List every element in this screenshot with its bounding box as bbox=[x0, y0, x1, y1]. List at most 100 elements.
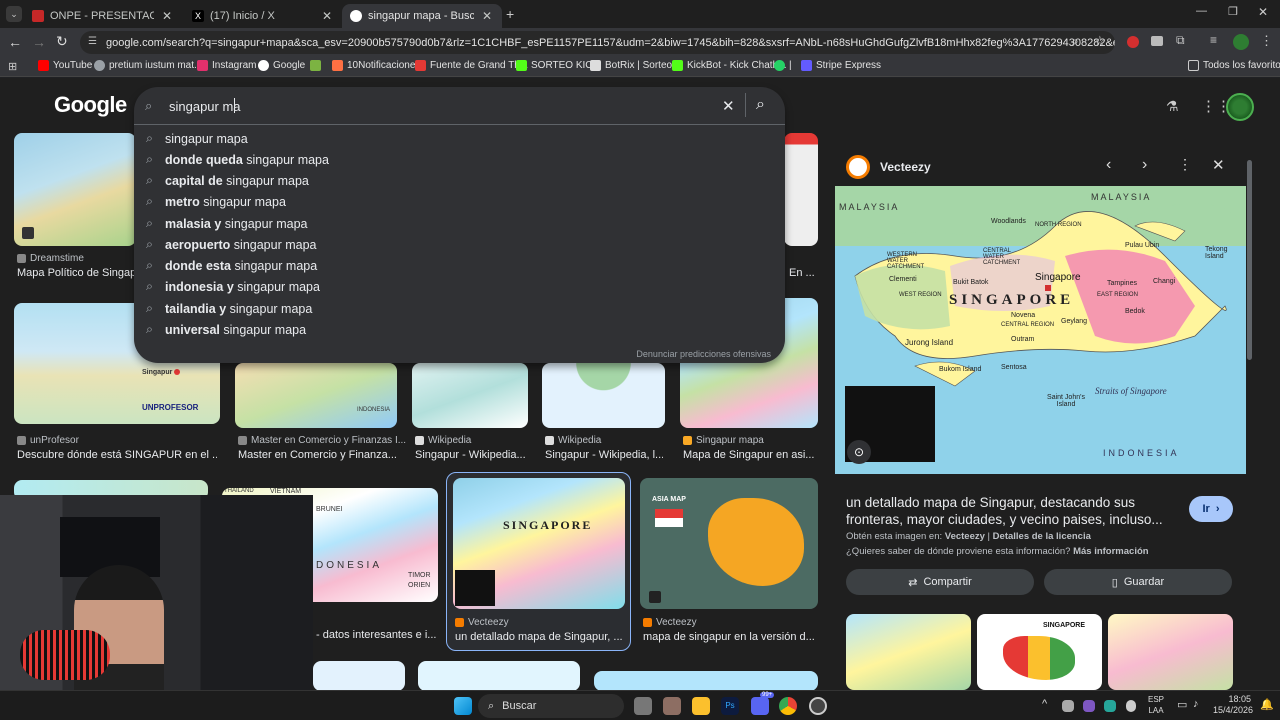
tray-icon[interactable] bbox=[1083, 700, 1095, 712]
search-submit-icon[interactable]: ⌕ bbox=[756, 96, 765, 114]
result-title[interactable]: Singapur - Wikipedia, l... bbox=[545, 449, 663, 461]
bookmark-whatsapp[interactable]: | bbox=[774, 60, 792, 71]
notifications-icon[interactable]: 🔔 bbox=[1260, 698, 1274, 711]
extensions-puzzle-icon[interactable]: ⧉ bbox=[1176, 33, 1185, 48]
menu-icon[interactable]: ⋮ bbox=[1260, 33, 1273, 49]
result-image-2[interactable] bbox=[784, 133, 818, 246]
suggestion-item[interactable]: ⌕ aeropuerto singapur mapa bbox=[146, 234, 316, 255]
report-predictions-link[interactable]: Denunciar predicciones ofensivas bbox=[636, 349, 771, 359]
suggestion-item[interactable]: ⌕ universal singapur mapa bbox=[146, 319, 306, 340]
labs-icon[interactable]: ⚗ bbox=[1166, 98, 1179, 115]
obs-icon[interactable] bbox=[809, 697, 827, 715]
clear-icon[interactable]: ✕ bbox=[722, 97, 735, 115]
obtain-source-link[interactable]: Vecteezy bbox=[945, 531, 985, 542]
tab-onpe[interactable]: ONPE - PRESENTACIÓN DE RES ✕ bbox=[24, 4, 182, 28]
save-button[interactable]: ▯ Guardar bbox=[1044, 569, 1232, 595]
network-icon[interactable]: ▭ bbox=[1177, 698, 1187, 711]
result-title[interactable]: - datos interesantes e i... bbox=[316, 629, 436, 641]
forward-icon[interactable]: → bbox=[32, 34, 46, 50]
result-title[interactable]: Mapa de Singapur en asi... bbox=[683, 449, 815, 461]
result-title[interactable]: Master en Comercio y Finanza... bbox=[238, 449, 396, 461]
apps-icon[interactable]: ⊞ bbox=[8, 60, 17, 73]
share-button[interactable]: ⇄ Compartir bbox=[846, 569, 1034, 595]
start-icon[interactable] bbox=[454, 697, 472, 715]
address-bar[interactable]: ☰ google.com/search?q=singapur+mapa&sca_… bbox=[80, 31, 1115, 54]
more-info-link[interactable]: Más información bbox=[1073, 546, 1149, 557]
bookmark-stripe[interactable]: Stripe Express bbox=[801, 60, 881, 71]
tab-x[interactable]: X (17) Inicio / X ✕ bbox=[184, 4, 342, 28]
back-icon[interactable]: ← bbox=[8, 34, 22, 50]
reload-icon[interactable]: ↻ bbox=[56, 33, 68, 50]
result-image-wikipedia-1[interactable] bbox=[412, 363, 528, 428]
go-button[interactable]: Ir › bbox=[1189, 496, 1233, 522]
tab-search-menu-icon[interactable]: ⌄ bbox=[6, 6, 22, 22]
minimize-icon[interactable]: — bbox=[1196, 5, 1207, 17]
clock[interactable]: 18:05 15/4/2026 bbox=[1213, 694, 1253, 716]
search-input[interactable]: singapur ma bbox=[169, 99, 241, 114]
result-image-wikipedia-2[interactable] bbox=[542, 363, 665, 428]
tab-google-search[interactable]: singapur mapa - Buscar con Go ✕ bbox=[342, 4, 502, 28]
volume-icon[interactable]: ♪ bbox=[1193, 698, 1199, 710]
more-options-icon[interactable]: ⋮ bbox=[1178, 156, 1192, 173]
suggestion-item[interactable]: ⌕ singapur mapa bbox=[146, 128, 248, 149]
bookmark-grand-theft[interactable]: Fuente de Grand Th... bbox=[415, 60, 528, 71]
bookmark-botrix[interactable]: BotRix | Sorteos bbox=[590, 60, 677, 71]
close-window-icon[interactable]: ✕ bbox=[1258, 5, 1268, 19]
suggestion-item[interactable]: ⌕ tailandia y singapur mapa bbox=[146, 298, 312, 319]
photoshop-icon[interactable]: Ps bbox=[721, 697, 739, 715]
profile-avatar[interactable] bbox=[1233, 34, 1249, 50]
next-icon[interactable]: › bbox=[1142, 156, 1147, 174]
bookmark-google[interactable]: Google bbox=[258, 60, 305, 71]
extension-red-icon[interactable] bbox=[1127, 36, 1139, 48]
bookmark-10notificaciones[interactable]: 10Notificaciones bbox=[332, 60, 420, 71]
result-title[interactable]: Singapur - Wikipedia... bbox=[415, 449, 527, 461]
close-icon[interactable]: ✕ bbox=[160, 9, 174, 23]
result-image-row4-2[interactable] bbox=[418, 661, 580, 690]
result-title[interactable]: Descubre dónde está SINGAPUR en el ... bbox=[17, 449, 217, 461]
taskbar-search[interactable]: ⌕ Buscar bbox=[478, 694, 624, 718]
result-title[interactable]: Mapa Político de Singap bbox=[17, 267, 135, 279]
chrome-icon[interactable] bbox=[779, 697, 797, 715]
suggestion-item[interactable]: ⌕ capital de singapur mapa bbox=[146, 170, 309, 191]
suggestion-item[interactable]: ⌕ donde esta singapur mapa bbox=[146, 255, 317, 276]
app-icon[interactable] bbox=[663, 697, 681, 715]
task-view-icon[interactable] bbox=[634, 697, 652, 715]
extension-icon[interactable] bbox=[1151, 36, 1163, 46]
bookmark-star-icon[interactable]: ☆ bbox=[1094, 33, 1106, 49]
tray-chevron-icon[interactable]: ^ bbox=[1042, 698, 1047, 710]
file-explorer-icon[interactable] bbox=[692, 697, 710, 715]
visual-search-icon[interactable]: ⊙ bbox=[847, 440, 871, 464]
site-info-icon[interactable]: ☰ bbox=[88, 36, 100, 48]
result-image-row4-1[interactable] bbox=[313, 661, 405, 690]
related-image-3[interactable] bbox=[1108, 614, 1233, 690]
preview-image[interactable]: MALAYSIA MALAYSIA Woodlands Pulau Ubin T… bbox=[835, 186, 1246, 474]
result-image-master[interactable]: INDONESIA bbox=[235, 363, 397, 428]
bookmark-sorteo-kick[interactable]: SORTEO KICK bbox=[516, 60, 599, 71]
google-logo[interactable]: Google bbox=[54, 92, 127, 118]
tray-icon[interactable] bbox=[1104, 700, 1116, 712]
panel-scrollbar[interactable] bbox=[1247, 160, 1252, 360]
close-icon[interactable]: ✕ bbox=[320, 9, 334, 23]
related-image-1[interactable] bbox=[846, 614, 971, 690]
new-tab-icon[interactable]: + bbox=[506, 6, 514, 22]
result-title[interactable]: mapa de singapur en la versión d... bbox=[643, 631, 815, 643]
result-title[interactable]: En ... bbox=[789, 267, 819, 279]
language-indicator[interactable]: ESP LAA bbox=[1148, 694, 1164, 716]
panel-source[interactable]: Vecteezy bbox=[880, 160, 931, 174]
zoom-icon[interactable]: ⌕ bbox=[1072, 34, 1079, 49]
result-image-row4-3[interactable] bbox=[594, 671, 818, 690]
restore-icon[interactable]: ❐ bbox=[1228, 5, 1238, 18]
close-icon[interactable]: ✕ bbox=[480, 9, 494, 23]
reading-list-icon[interactable]: ≡ bbox=[1210, 33, 1217, 47]
bookmark-pretium[interactable]: pretium iustum mat... bbox=[94, 60, 202, 71]
result-image-vecteezy-selected[interactable]: SINGAPORE bbox=[453, 478, 625, 609]
license-link[interactable]: Detalles de la licencia bbox=[993, 531, 1091, 542]
account-avatar[interactable] bbox=[1226, 93, 1254, 121]
bookmark-youtube[interactable]: YouTube bbox=[38, 60, 92, 71]
suggestion-item[interactable]: ⌕ metro singapur mapa bbox=[146, 191, 286, 212]
result-title[interactable]: un detallado mapa de Singapur, ... bbox=[455, 631, 627, 643]
close-panel-icon[interactable]: ✕ bbox=[1212, 156, 1225, 174]
bookmark-kickbot[interactable]: KickBot - Kick Chatb... bbox=[672, 60, 786, 71]
bookmark-instagram[interactable]: Instagram bbox=[197, 60, 256, 71]
discord-icon[interactable] bbox=[751, 697, 769, 715]
